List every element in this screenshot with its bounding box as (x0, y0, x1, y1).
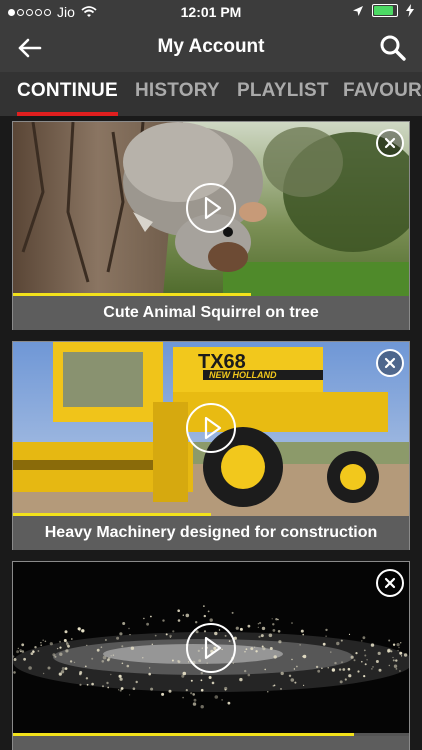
video-title[interactable]: Cute Animal Squirrel on tree (13, 296, 409, 330)
thumbnail-text-brand: NEW HOLLAND (209, 370, 277, 380)
play-icon (204, 636, 222, 660)
search-button[interactable] (378, 33, 408, 63)
page-title: My Account (157, 36, 265, 57)
location-arrow-icon (353, 5, 363, 16)
remove-button[interactable] (376, 349, 404, 377)
remove-button[interactable] (376, 569, 404, 597)
tab-continue[interactable]: CONTINUE (17, 80, 118, 102)
video-title[interactable]: Heavy Machinery designed for constructio… (13, 516, 409, 550)
video-thumbnail-sparks[interactable] (13, 562, 409, 736)
close-icon (384, 357, 396, 369)
search-icon (380, 35, 406, 61)
play-button[interactable] (186, 623, 236, 673)
video-card[interactable]: Cute Animal Squirrel on tree (12, 121, 410, 330)
play-button[interactable] (186, 183, 236, 233)
app-header: My Account (0, 24, 422, 72)
tab-favourites[interactable]: FAVOURITES (343, 80, 422, 102)
tab-bar: CONTINUE HISTORY PLAYLIST FAVOURITES (0, 72, 422, 116)
play-icon (204, 416, 222, 440)
close-icon (384, 577, 396, 589)
video-list: Cute Animal Squirrel on tree TX68 NEW HO… (0, 116, 422, 750)
tab-playlist[interactable]: PLAYLIST (237, 80, 329, 102)
play-icon (204, 196, 222, 220)
video-thumbnail-machinery[interactable]: TX68 NEW HOLLAND (13, 342, 409, 516)
play-button[interactable] (186, 403, 236, 453)
video-thumbnail-squirrel[interactable] (13, 122, 409, 296)
tab-history[interactable]: HISTORY (135, 80, 220, 102)
battery-icon (372, 4, 398, 17)
close-icon (384, 137, 396, 149)
video-card[interactable] (12, 561, 410, 750)
charging-bolt-icon (406, 4, 414, 17)
status-bar: Jio 12:01 PM (0, 0, 422, 24)
video-title[interactable] (13, 736, 409, 750)
video-card[interactable]: TX68 NEW HOLLAND Heavy Machinery designe… (12, 341, 410, 550)
remove-button[interactable] (376, 129, 404, 157)
